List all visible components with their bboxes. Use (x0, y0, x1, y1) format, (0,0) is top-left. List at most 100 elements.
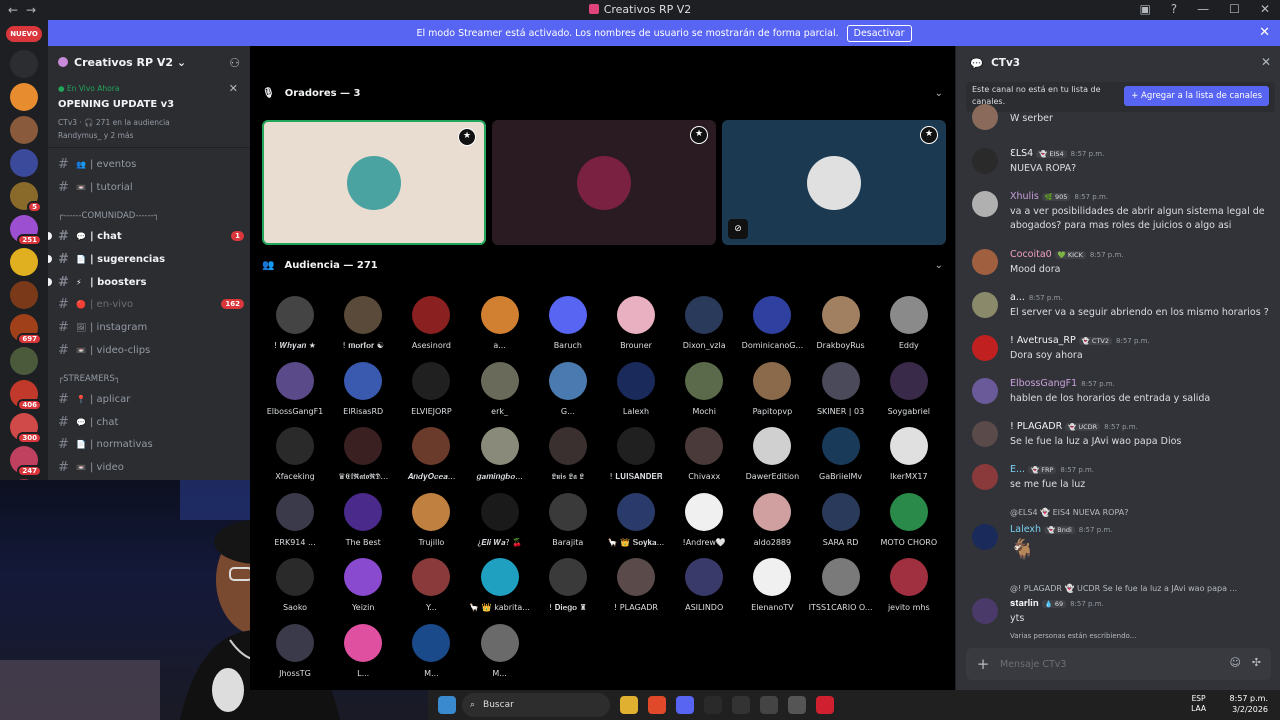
author-name[interactable]: ! PLAGADR (1010, 421, 1062, 432)
add-channel-button[interactable]: + Agregar a la lista de canales (1124, 86, 1269, 106)
channel-item[interactable]: # 🖼 | instagram (58, 317, 244, 337)
audience-member[interactable]: ! 𝑾𝒉𝒚𝒂𝒏 ★ (261, 296, 329, 360)
reply-preview[interactable]: @ƐLS4 👻 EIS4 NUEVA ROPA? (1010, 508, 1128, 517)
channel-item[interactable]: # 💬 | chat (58, 412, 244, 432)
user-avatar[interactable] (972, 598, 998, 624)
server-icon[interactable]: 5 (10, 182, 42, 213)
obs-icon[interactable] (788, 696, 806, 714)
epic-games-icon[interactable] (732, 696, 750, 714)
audience-member[interactable]: 𝑨𝒏𝒅𝒚𝑶𝒄𝒆𝒂... (397, 427, 465, 491)
emoji-icon[interactable]: ☺ (1230, 656, 1241, 669)
server-icon[interactable]: 247 (10, 446, 42, 477)
audience-member[interactable]: ! PLAGADR (602, 558, 670, 622)
user-avatar[interactable] (972, 464, 998, 490)
audience-member[interactable]: ElbossGangF1 (261, 361, 329, 426)
audience-member[interactable]: aldo2889 (738, 492, 806, 557)
server-icon[interactable]: 300 (10, 413, 42, 444)
discord-icon[interactable] (676, 696, 694, 714)
channel-item[interactable]: # 👥 | eventos (58, 154, 244, 174)
audience-member[interactable]: 𝕷𝖚𝖎𝖘 𝕷𝖆 𝕷 (534, 427, 602, 491)
server-icon[interactable] (10, 347, 38, 375)
audience-member[interactable]: Trujillo (397, 492, 465, 557)
channel-item[interactable]: # 📄 | sugerencias (58, 249, 244, 269)
live-event-card[interactable]: ● En Vivo Ahora OPENING UPDATE v3 CTv3 ·… (48, 80, 250, 148)
file-explorer-icon[interactable] (620, 696, 638, 714)
clock[interactable]: 8:57 p.m. 3/2/2026 (1230, 693, 1268, 715)
audience-member[interactable]: Barajita (534, 492, 602, 557)
audience-member[interactable]: M... (397, 623, 465, 688)
audience-member[interactable]: Papitopvp (738, 361, 806, 426)
channel-item[interactable]: # ⚡ | boosters (58, 272, 244, 292)
audience-member[interactable]: Y... (397, 558, 465, 622)
channel-item[interactable]: # 🔴 | en-vivo 162 (58, 294, 244, 314)
apps-icon[interactable]: ✣ (1252, 656, 1261, 669)
author-name[interactable]: Xhulis (1010, 191, 1039, 202)
server-icon[interactable] (10, 116, 38, 144)
audience-member[interactable]: ITSS1CARIO O... (807, 558, 875, 622)
user-avatar[interactable] (972, 148, 998, 174)
user-avatar[interactable] (972, 335, 998, 361)
audience-member[interactable]: Saoko (261, 558, 329, 622)
message-input[interactable] (1000, 658, 1200, 670)
server-icon[interactable] (10, 83, 38, 111)
user-avatar[interactable] (972, 524, 998, 550)
taskbar-search[interactable]: ⌕ Buscar (462, 693, 610, 717)
reply-preview[interactable]: @! PLAGADR 👻 UCDR Se le fue la luz a JAv… (1010, 584, 1237, 593)
speaker-tile[interactable]: ★ ⊘ (722, 120, 946, 245)
attach-plus-icon[interactable]: + (966, 655, 1000, 673)
audience-member[interactable]: 🦙 👑 kabrita... (466, 558, 534, 622)
server-icon[interactable]: 251 (10, 215, 42, 246)
audience-member[interactable]: Soygabriel (875, 361, 943, 426)
speaker-tile[interactable]: ★ (262, 120, 486, 245)
audience-member[interactable]: ASILINDO (670, 558, 738, 622)
audience-member[interactable]: GaBriielMv (807, 427, 875, 491)
disable-streamer-button[interactable]: Desactivar (846, 24, 912, 42)
audience-member[interactable]: !Andrew🤍 (670, 492, 738, 557)
close-window-button[interactable]: ✕ (1260, 2, 1270, 16)
audience-member[interactable]: DrakboyRus (807, 296, 875, 360)
chevron-down-icon[interactable]: ⌄ (935, 88, 943, 99)
app-icon[interactable] (704, 696, 722, 714)
category-comunidad[interactable]: ┌------COMUNIDAD------┐ (58, 211, 159, 221)
audience-member[interactable]: ! 𝐋𝐔𝐈𝐒𝐀𝐍𝐃𝐄𝐑 (602, 427, 670, 491)
channel-item[interactable]: # 📼 | video-clips (58, 340, 244, 360)
audience-member[interactable]: G... (534, 361, 602, 426)
audience-member[interactable]: DominicanoG... (738, 296, 806, 360)
audience-member[interactable]: 𝒈𝒂𝒎𝒊𝒏𝒈𝒃𝒐... (466, 427, 534, 491)
user-avatar[interactable] (972, 104, 998, 130)
audience-member[interactable]: erk_ (466, 361, 534, 426)
maximize-button[interactable]: ☐ (1229, 2, 1240, 16)
author-name[interactable]: 𝐬𝐭𝐚𝐫𝐥𝐢𝐧 (1010, 598, 1039, 609)
audience-member[interactable]: Lalexh (602, 361, 670, 426)
author-name[interactable]: Cocoita0 (1010, 249, 1052, 260)
audience-member[interactable]: DawerEdition (738, 427, 806, 491)
speaker-tile[interactable]: ★ (492, 120, 716, 245)
audience-member[interactable]: Yeizin (329, 558, 397, 622)
audience-member[interactable]: SARA RD (807, 492, 875, 557)
close-icon[interactable]: ✕ (1259, 25, 1270, 40)
channel-item[interactable]: # 📼 | tutorial (58, 177, 244, 197)
audience-member[interactable]: Chivaxx (670, 427, 738, 491)
server-icon[interactable] (10, 50, 38, 78)
audience-member[interactable]: MOTO CHORO (875, 492, 943, 557)
channel-item[interactable]: # 📍 | aplicar (58, 389, 244, 409)
audience-member[interactable]: The Best (329, 492, 397, 557)
user-avatar[interactable] (972, 421, 998, 447)
settings-icon[interactable] (760, 696, 778, 714)
language-indicator[interactable]: ESP LAA (1191, 694, 1206, 714)
opera-icon[interactable] (816, 696, 834, 714)
audience-member[interactable]: 🦙 👑 𝐒𝐨𝐲𝐤𝐚... (602, 492, 670, 557)
user-avatar[interactable] (972, 249, 998, 275)
server-icon[interactable] (10, 281, 38, 309)
channel-item[interactable]: # 📼 | video (58, 457, 244, 477)
author-name[interactable]: ElbossGangF1 (1010, 378, 1077, 389)
audience-member[interactable]: ♛𝕰𝖑𝕽𝖆𝖙𝖔𝕽𝕯... (329, 427, 397, 491)
audience-member[interactable]: jevito mhs (875, 558, 943, 622)
audience-member[interactable]: ElenanoTV (738, 558, 806, 622)
close-icon[interactable]: ✕ (1261, 55, 1271, 69)
author-name[interactable]: E... (1010, 464, 1025, 475)
server-name[interactable]: Creativos RP V2 ⌄ (58, 56, 186, 69)
server-icon[interactable] (10, 248, 38, 276)
audience-member[interactable]: ERK914 ... (261, 492, 329, 557)
brave-icon[interactable] (648, 696, 666, 714)
